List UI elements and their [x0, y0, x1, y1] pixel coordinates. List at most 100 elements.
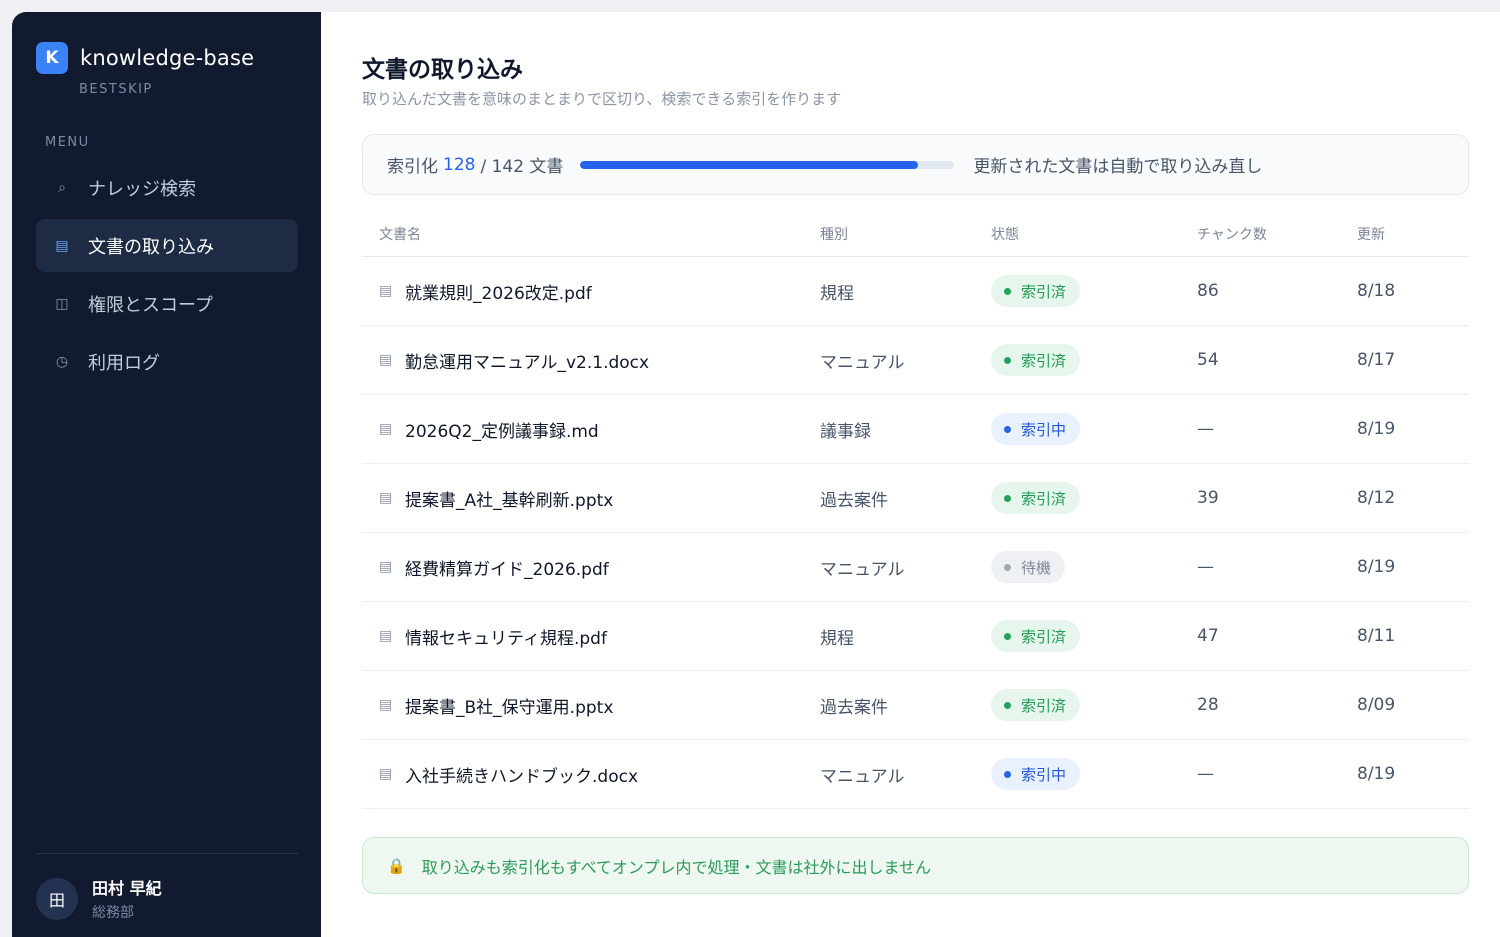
document-icon: ▤ — [379, 766, 393, 782]
avatar: 田 — [36, 877, 78, 920]
table-row[interactable]: ▤ 2026Q2_定例議事録.md 議事録 索引中 — 8/19 — [362, 395, 1469, 464]
document-name-cell[interactable]: ▤ 経費精算ガイド_2026.pdf — [362, 555, 820, 580]
header-type[interactable]: 種別 — [820, 224, 991, 244]
page-subtitle: 取り込んだ文書を意味のまとまりで区切り、検索できる索引を作ります — [362, 90, 842, 108]
main-content: 文書の取り込み 取り込んだ文書を意味のまとまりで区切り、検索できる索引を作ります… — [321, 12, 1500, 937]
brand: K knowledge-base — [36, 42, 254, 74]
updated-date: 8/19 — [1357, 419, 1396, 439]
status-label: 索引中 — [1021, 765, 1067, 784]
status-label: 待機 — [1021, 558, 1052, 577]
document-name-cell[interactable]: ▤ 提案書_B社_保守運用.pptx — [362, 693, 820, 718]
status-cell: 索引中 — [991, 413, 1197, 445]
status-cell: 索引済 — [991, 344, 1197, 376]
status-cell: 待機 — [991, 551, 1197, 583]
status-badge: 索引中 — [991, 758, 1081, 790]
document-type: 過去案件 — [820, 697, 888, 718]
document-type: 規程 — [820, 283, 854, 304]
document-icon: ▤ — [379, 490, 393, 506]
onprem-notice: 🔒 取り込みも索引化もすべてオンプレ内で処理・文書は社外に出しません — [362, 837, 1469, 894]
document-name-cell[interactable]: ▤ 就業規則_2026改定.pdf — [362, 279, 820, 304]
status-label: 索引済 — [1021, 696, 1067, 715]
document-name-cell[interactable]: ▤ 入社手続きハンドブック.docx — [362, 762, 820, 787]
status-label: 索引済 — [1021, 282, 1067, 301]
status-dot-icon — [1004, 287, 1011, 295]
status-dot-icon — [1004, 425, 1011, 433]
sidebar-nav: ⌕ ナレッジ検索 ▤ 文書の取り込み ◫ 権限とスコープ ◷ 利用ログ — [36, 161, 298, 393]
progress-indexed-count: 128 — [443, 154, 476, 175]
chunk-count: 54 — [1197, 350, 1219, 370]
document-table: 文書名 種別 状態 チャンク数 更新 ▤ 就業規則_2026改定.pdf 規程 索引済… — [362, 212, 1469, 809]
progress-note: 更新された文書は自動で取り込み直し — [973, 157, 1263, 177]
progress-bar-fill — [580, 160, 918, 169]
sidebar-item-scope[interactable]: ◫ 権限とスコープ — [36, 277, 298, 330]
table-row[interactable]: ▤ 勤怠運用マニュアル_v2.1.docx マニュアル 索引済 54 8/17 — [362, 326, 1469, 395]
document-icon: ▤ — [379, 559, 393, 575]
status-cell: 索引済 — [991, 275, 1197, 307]
document-icon: ▤ — [379, 628, 393, 644]
status-badge: 索引済 — [991, 620, 1081, 652]
document-name[interactable]: 提案書_B社_保守運用.pptx — [405, 693, 613, 718]
menu-label: MENU — [45, 135, 90, 150]
document-name[interactable]: 情報セキュリティ規程.pdf — [405, 624, 607, 649]
user-profile[interactable]: 田 田村 早紀 総務部 — [36, 875, 162, 922]
progress-card: 索引化 128 / 142 文書 更新された文書は自動で取り込み直し — [362, 134, 1469, 195]
document-name-cell[interactable]: ▤ 2026Q2_定例議事録.md — [362, 417, 820, 442]
clock-icon: ◷ — [55, 353, 69, 370]
chunk-count: — — [1197, 557, 1214, 577]
document-name-cell[interactable]: ▤ 情報セキュリティ規程.pdf — [362, 624, 820, 649]
status-badge: 索引済 — [991, 689, 1081, 721]
table-row[interactable]: ▤ 提案書_A社_基幹刷新.pptx 過去案件 索引済 39 8/12 — [362, 464, 1469, 533]
brand-logo: K — [36, 42, 68, 74]
table-row[interactable]: ▤ 入社手続きハンドブック.docx マニュアル 索引中 — 8/19 — [362, 740, 1469, 809]
document-name[interactable]: 入社手続きハンドブック.docx — [405, 762, 638, 787]
updated-date: 8/09 — [1357, 695, 1396, 715]
scope-icon: ◫ — [55, 295, 69, 312]
chunk-count: — — [1197, 764, 1214, 784]
table-row[interactable]: ▤ 情報セキュリティ規程.pdf 規程 索引済 47 8/11 — [362, 602, 1469, 671]
header-chunks[interactable]: チャンク数 — [1197, 224, 1357, 244]
search-icon: ⌕ — [58, 179, 66, 196]
updated-date: 8/12 — [1357, 488, 1396, 508]
updated-date: 8/17 — [1357, 350, 1396, 370]
document-name-cell[interactable]: ▤ 勤怠運用マニュアル_v2.1.docx — [362, 348, 820, 373]
status-label: 索引済 — [1021, 627, 1067, 646]
brand-subtitle: BESTSKIP — [79, 82, 153, 97]
app-window: K knowledge-base BESTSKIP MENU ⌕ ナレッジ検索 … — [12, 12, 1500, 937]
document-name[interactable]: 勤怠運用マニュアル_v2.1.docx — [405, 348, 649, 373]
document-type: 議事録 — [820, 421, 871, 442]
document-icon: ▤ — [379, 283, 393, 299]
document-name[interactable]: 提案書_A社_基幹刷新.pptx — [405, 486, 613, 511]
user-info: 田村 早紀 総務部 — [92, 875, 162, 922]
document-name[interactable]: 2026Q2_定例議事録.md — [405, 417, 599, 442]
progress-total: / 142 文書 — [480, 157, 564, 177]
progress-bar — [580, 160, 955, 169]
chunk-count: 86 — [1197, 281, 1219, 301]
status-dot-icon — [1004, 563, 1011, 571]
document-name[interactable]: 経費精算ガイド_2026.pdf — [405, 555, 609, 580]
table-row[interactable]: ▤ 経費精算ガイド_2026.pdf マニュアル 待機 — 8/19 — [362, 533, 1469, 602]
document-name-cell[interactable]: ▤ 提案書_A社_基幹刷新.pptx — [362, 486, 820, 511]
updated-date: 8/19 — [1357, 764, 1396, 784]
document-name[interactable]: 就業規則_2026改定.pdf — [405, 279, 592, 304]
brand-name: knowledge-base — [80, 46, 255, 70]
sidebar-item-logs[interactable]: ◷ 利用ログ — [36, 335, 298, 388]
sidebar-divider — [36, 853, 298, 854]
status-badge: 索引済 — [991, 344, 1081, 376]
sidebar-item-search[interactable]: ⌕ ナレッジ検索 — [36, 161, 298, 214]
user-department: 総務部 — [92, 905, 134, 921]
header-status[interactable]: 状態 — [991, 224, 1197, 244]
header-updated[interactable]: 更新 — [1357, 224, 1469, 244]
page-title: 文書の取り込み — [362, 57, 523, 83]
table-row[interactable]: ▤ 提案書_B社_保守運用.pptx 過去案件 索引済 28 8/09 — [362, 671, 1469, 740]
chunk-count: 39 — [1197, 488, 1219, 508]
sidebar-item-import[interactable]: ▤ 文書の取り込み — [36, 219, 298, 272]
table-row[interactable]: ▤ 就業規則_2026改定.pdf 規程 索引済 86 8/18 — [362, 257, 1469, 326]
table-body: ▤ 就業規則_2026改定.pdf 規程 索引済 86 8/18 ▤ 勤怠運用マニュアル_v2… — [362, 257, 1469, 809]
header-name[interactable]: 文書名 — [362, 224, 820, 244]
updated-date: 8/18 — [1357, 281, 1396, 301]
sidebar: K knowledge-base BESTSKIP MENU ⌕ ナレッジ検索 … — [12, 12, 321, 937]
status-cell: 索引済 — [991, 620, 1197, 652]
document-type: 過去案件 — [820, 490, 888, 511]
status-cell: 索引済 — [991, 482, 1197, 514]
status-badge: 索引済 — [991, 275, 1081, 307]
